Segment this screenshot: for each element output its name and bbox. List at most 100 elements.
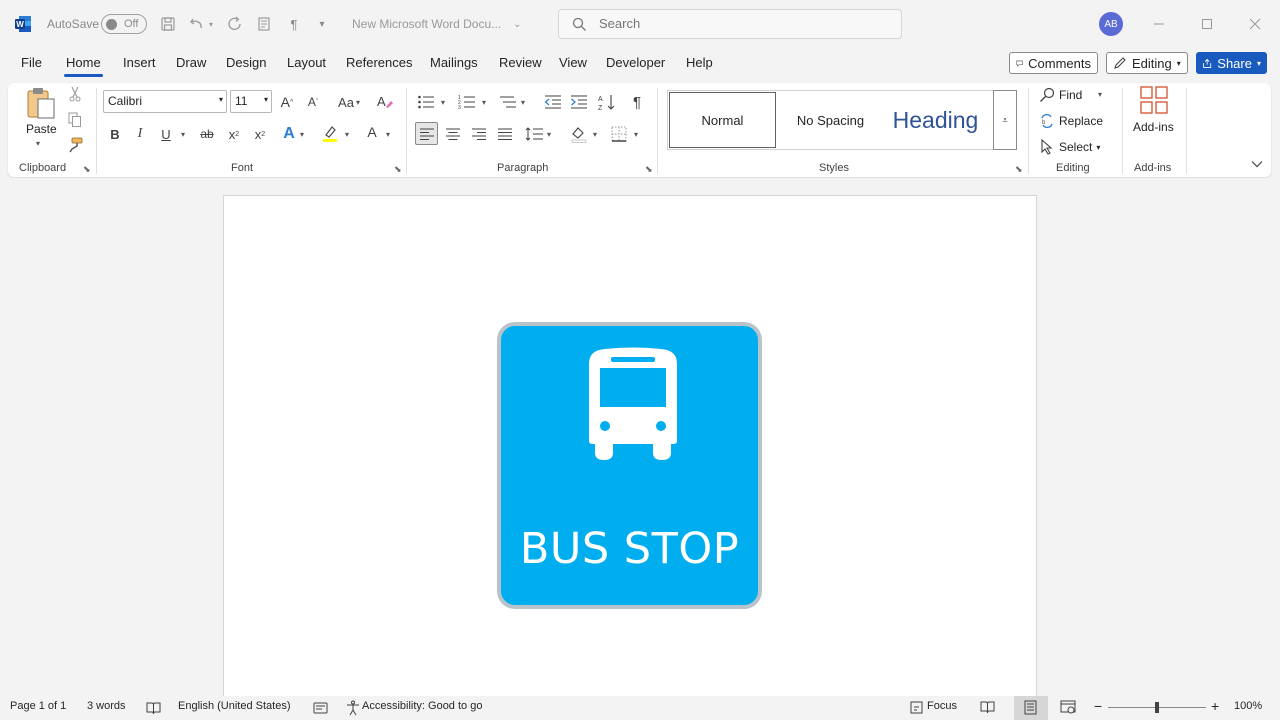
paste-chevron-down-icon[interactable]: ▾ (36, 139, 40, 148)
accessibility-status[interactable]: Accessibility: Good to go (362, 700, 482, 712)
text-predictions-icon[interactable] (313, 701, 328, 715)
decrease-indent-icon[interactable] (543, 92, 563, 112)
comments-button[interactable]: Comments (1009, 52, 1098, 74)
font-dialog-launcher-icon[interactable]: ⬊ (394, 164, 404, 174)
undo-icon[interactable] (187, 14, 207, 34)
tab-references[interactable]: References (344, 55, 414, 70)
print-layout-button[interactable] (1014, 696, 1048, 720)
shrink-font-icon[interactable]: Aˇ (303, 92, 323, 112)
select-button[interactable]: Select ▾ (1039, 138, 1114, 156)
tab-view[interactable]: View (557, 55, 589, 70)
numbering-chevron-down-icon[interactable]: ▾ (482, 98, 486, 107)
highlight-icon[interactable] (320, 124, 340, 144)
search-box[interactable] (558, 9, 902, 39)
paragraph-dialog-launcher-icon[interactable]: ⬊ (645, 164, 655, 174)
find-button[interactable]: Find (1039, 86, 1114, 104)
copy-icon[interactable] (65, 110, 85, 130)
bullets-icon[interactable] (416, 92, 436, 112)
share-button[interactable]: Share ▾ (1196, 52, 1267, 74)
document-title[interactable]: New Microsoft Word Docu... (352, 17, 501, 31)
tab-insert[interactable]: Insert (121, 55, 158, 70)
avatar[interactable]: AB (1099, 12, 1123, 36)
shading-chevron-down-icon[interactable]: ▾ (593, 130, 597, 139)
line-spacing-chevron-down-icon[interactable]: ▾ (547, 130, 551, 139)
font-color-icon[interactable]: A (362, 122, 382, 142)
font-color-chevron-down-icon[interactable]: ▾ (386, 130, 390, 139)
subscript-button[interactable]: x2 (224, 124, 244, 144)
replace-button[interactable]: b Replace (1039, 112, 1114, 130)
italic-button[interactable]: I (130, 124, 150, 144)
style-no-spacing[interactable]: No Spacing (778, 92, 883, 148)
tab-help[interactable]: Help (684, 55, 715, 70)
zoom-in-button[interactable]: + (1211, 698, 1219, 714)
bullets-chevron-down-icon[interactable]: ▾ (441, 98, 445, 107)
align-left-button[interactable] (415, 122, 438, 145)
strikethrough-button[interactable]: ab (197, 124, 217, 144)
numbering-icon[interactable]: 123 (457, 92, 477, 112)
minimize-icon[interactable] (1147, 12, 1171, 36)
read-mode-icon[interactable] (980, 700, 995, 715)
change-case-chevron-down-icon[interactable]: ▾ (356, 98, 360, 107)
clear-formatting-icon[interactable]: A (375, 92, 395, 112)
align-right-icon[interactable] (469, 124, 489, 144)
print-preview-icon[interactable] (255, 14, 275, 34)
superscript-button[interactable]: x2 (250, 124, 270, 144)
tab-developer[interactable]: Developer (604, 55, 667, 70)
word-count[interactable]: 3 words (87, 700, 126, 712)
underline-chevron-down-icon[interactable]: ▾ (181, 130, 185, 139)
cut-icon[interactable] (65, 84, 85, 104)
font-name-input[interactable]: Calibri ▾ (103, 90, 227, 113)
text-effects-chevron-down-icon[interactable]: ▾ (300, 130, 304, 139)
tab-design[interactable]: Design (224, 55, 268, 70)
undo-chevron-down-icon[interactable]: ▾ (209, 20, 213, 29)
bus-stop-sign[interactable]: BUS STOP (497, 322, 762, 609)
redo-icon[interactable] (225, 14, 245, 34)
format-painter-icon[interactable] (65, 135, 85, 155)
font-size-input[interactable]: 11 ▾ (230, 90, 272, 113)
zoom-slider-thumb[interactable] (1155, 702, 1159, 713)
bold-button[interactable]: B (105, 124, 125, 144)
underline-button[interactable]: U (156, 124, 176, 144)
language[interactable]: English (United States) (178, 700, 291, 712)
style-normal[interactable]: Normal (669, 92, 776, 148)
page-count[interactable]: Page 1 of 1 (10, 700, 66, 712)
title-chevron-down-icon[interactable]: ⌄ (513, 19, 521, 30)
tab-mailings[interactable]: Mailings (428, 55, 480, 70)
styles-dialog-launcher-icon[interactable]: ⬊ (1015, 164, 1025, 174)
close-icon[interactable] (1243, 12, 1267, 36)
editing-mode-button[interactable]: Editing ▾ (1106, 52, 1188, 74)
line-spacing-icon[interactable] (524, 124, 544, 144)
multilevel-chevron-down-icon[interactable]: ▾ (521, 98, 525, 107)
show-marks-icon[interactable]: ¶ (284, 14, 304, 34)
maximize-icon[interactable] (1195, 12, 1219, 36)
add-ins-button[interactable]: Add-ins (1131, 85, 1177, 137)
increase-indent-icon[interactable] (569, 92, 589, 112)
text-effects-icon[interactable]: A (279, 124, 299, 144)
justify-icon[interactable] (495, 124, 515, 144)
tab-home[interactable]: Home (64, 55, 103, 77)
autosave-toggle[interactable]: Off (101, 14, 147, 34)
clipboard-dialog-launcher-icon[interactable]: ⬊ (83, 164, 93, 174)
tab-file[interactable]: File (19, 55, 44, 70)
style-heading[interactable]: Heading (883, 92, 988, 148)
proofing-book-icon[interactable] (146, 701, 161, 715)
borders-chevron-down-icon[interactable]: ▾ (634, 130, 638, 139)
align-center-icon[interactable] (443, 124, 463, 144)
sort-icon[interactable]: AZ (597, 92, 617, 112)
multilevel-list-icon[interactable] (498, 92, 518, 112)
highlight-chevron-down-icon[interactable]: ▾ (345, 130, 349, 139)
web-layout-icon[interactable] (1060, 700, 1076, 715)
show-formatting-marks-icon[interactable]: ¶ (627, 92, 647, 112)
save-icon[interactable] (158, 14, 178, 34)
tab-layout[interactable]: Layout (285, 55, 328, 70)
tab-review[interactable]: Review (497, 55, 544, 70)
collapse-ribbon-icon[interactable] (1250, 157, 1264, 171)
tab-draw[interactable]: Draw (174, 55, 208, 70)
borders-icon[interactable] (609, 124, 629, 144)
paste-button[interactable] (24, 86, 58, 122)
zoom-level[interactable]: 100% (1234, 700, 1262, 712)
customize-toolbar-icon[interactable]: ▾ (312, 14, 332, 34)
find-chevron-down-icon[interactable]: ▾ (1098, 90, 1102, 99)
zoom-out-button[interactable]: − (1094, 698, 1102, 714)
grow-font-icon[interactable]: A ^ (277, 92, 297, 112)
